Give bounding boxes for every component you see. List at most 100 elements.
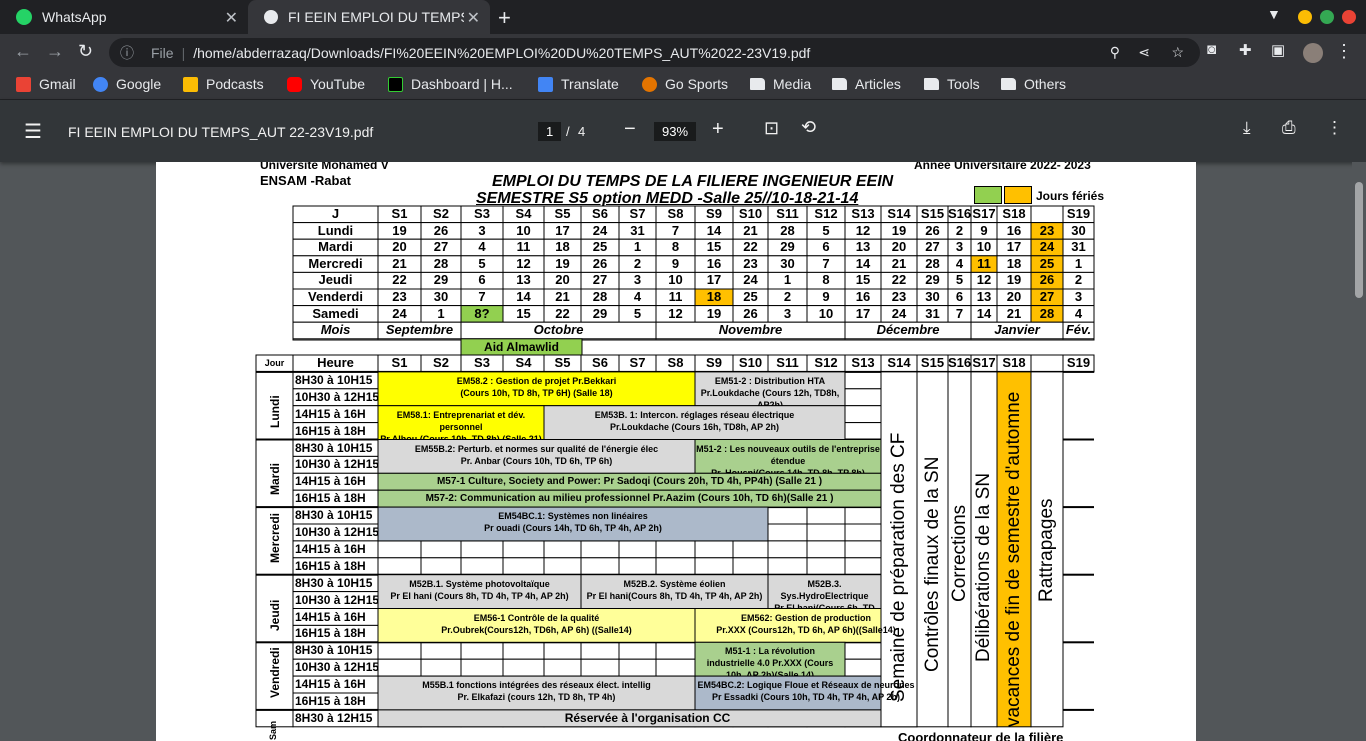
calendar-date: 3	[955, 239, 964, 255]
forward-icon[interactable]: →	[46, 41, 64, 62]
calendar-header-2: S2	[433, 206, 449, 221]
slot-cell	[767, 540, 808, 559]
close-tab-icon[interactable]: ✕	[467, 8, 480, 28]
bookmark-folder-tools[interactable]: Tools	[924, 76, 980, 92]
tab-whatsapp[interactable]: WhatsApp ✕	[0, 0, 248, 34]
avatar[interactable]	[1303, 43, 1323, 63]
calendar-date: 26	[743, 305, 758, 321]
zoom-in-icon[interactable]: +	[712, 118, 724, 141]
calendar-date: 15	[516, 305, 531, 321]
grid-header-12: S11	[776, 355, 799, 370]
course-line: Pr El hani (Cours 8h, TD 4h, TP 4h, AP 2…	[390, 590, 569, 601]
bookmark-dashboard[interactable]: Dashboard | H...	[388, 76, 513, 92]
course-line: EM58.2 : Gestion de projet Pr.Bekkari	[456, 375, 617, 386]
grid-header-11: S10	[738, 355, 763, 370]
print-icon[interactable]: ⎙	[1282, 118, 1296, 138]
grid-header-15: S14	[887, 355, 911, 370]
calendar-date: 10	[818, 305, 834, 321]
calendar-date: 4	[955, 255, 964, 271]
calendar-date: 22	[555, 305, 570, 321]
course-line: M57-1 Culture, Society and Power: Pr Sad…	[436, 476, 823, 488]
zoom-icon[interactable]: ⚲	[1110, 44, 1120, 61]
download-icon[interactable]: ⤓	[1243, 118, 1251, 138]
calendar-date: 11	[977, 255, 991, 271]
slot-cell	[420, 641, 462, 660]
course-block-text: EM58.1: Entreprenariat et dév. personnel…	[378, 406, 544, 440]
slot-cell	[655, 540, 696, 559]
bookmark-youtube[interactable]: YouTube	[287, 76, 365, 92]
more-actions-icon[interactable]: ⋮	[1326, 118, 1343, 138]
grid-header-7: S6	[592, 355, 608, 370]
calendar-date: 21	[555, 289, 570, 304]
scrollbar-track[interactable]	[1352, 162, 1366, 741]
grid-header-17: S16	[948, 355, 971, 370]
bookmark-folder-articles[interactable]: Articles	[832, 76, 901, 92]
camera-icon[interactable]: ◙	[1207, 41, 1216, 58]
course-block-text: M55B.1 fonctions intégrées des réseaux é…	[378, 676, 695, 710]
calendar-date: 27	[1039, 289, 1055, 304]
calendar-date: 13	[976, 289, 992, 304]
close-window-button[interactable]	[1342, 10, 1356, 24]
bookmark-gmail[interactable]: Gmail	[16, 76, 76, 92]
calendar-date: 4	[1074, 305, 1083, 321]
bookmark-star-icon[interactable]: ☆	[1171, 44, 1184, 61]
slot-cell	[420, 540, 462, 559]
rotate-icon[interactable]: ⟲	[801, 117, 816, 138]
calendar-date: 2	[783, 289, 792, 304]
menu-kebab-icon[interactable]: ⋮	[1335, 41, 1353, 62]
extensions-icon[interactable]: ✚	[1239, 41, 1252, 59]
page-number-input[interactable]: 1	[538, 122, 562, 141]
bookmark-folder-media[interactable]: Media	[750, 76, 811, 92]
exam-period-label: Délibérations de la SN	[973, 472, 994, 662]
calendar-date: 10	[668, 272, 683, 288]
bookmark-podcasts[interactable]: Podcasts	[183, 76, 264, 92]
sidepanel-icon[interactable]: ▣	[1271, 41, 1285, 59]
calendar-date: 13	[855, 239, 871, 255]
bookmark-google[interactable]: Google	[93, 76, 161, 92]
zoom-out-icon[interactable]: −	[624, 118, 636, 141]
slot-cell	[767, 506, 808, 525]
calendar-date: 26	[1039, 272, 1055, 288]
holiday-label: Aid Almawlid	[484, 339, 559, 354]
fit-page-icon[interactable]: ⊡	[764, 118, 779, 139]
slot-cell	[377, 540, 422, 559]
maximize-button[interactable]	[1320, 10, 1334, 24]
close-tab-icon[interactable]: ✕	[225, 8, 238, 28]
reload-icon[interactable]: ↻	[78, 41, 93, 62]
calendar-date: 23	[1039, 222, 1055, 238]
url-separator: |	[181, 44, 186, 61]
calendar-day-label: Jeudi	[318, 272, 353, 288]
bookmarks-bar: Gmail Google Podcasts YouTube Dashboard …	[0, 71, 1366, 100]
course-line: Pr ouadi (Cours 14h, TD 6h, TP 4h, AP 2h…	[484, 523, 662, 534]
new-tab-button[interactable]: +	[498, 5, 511, 31]
slot-cell	[460, 641, 504, 660]
zoom-input[interactable]: 93%	[654, 122, 697, 141]
calendar-day-label: Mardi	[318, 239, 353, 255]
exam-period-label: vacances de fin de semestre d'automne	[1003, 391, 1024, 727]
calendar-date: 5	[633, 305, 642, 321]
grid-header-3: S2	[433, 355, 449, 370]
minimize-button[interactable]	[1298, 10, 1312, 24]
calendar-date: 18	[706, 289, 722, 304]
slot-cell	[580, 540, 620, 559]
tab-pdf[interactable]: FI EEIN EMPLOI DU TEMPS ✕	[248, 0, 490, 34]
bookmark-folder-others[interactable]: Others	[1001, 76, 1066, 92]
bookmark-translate[interactable]: Translate	[538, 76, 619, 92]
tab-search-chevron-icon[interactable]: ▼	[1267, 6, 1281, 22]
scrollbar-thumb[interactable]	[1355, 182, 1363, 298]
bookmark-gosports[interactable]: Go Sports	[642, 76, 728, 92]
course-line: EM54BC.2: Logique Floue et Réseaux de ne…	[697, 680, 915, 691]
hour-label: 8H30 à 10H15	[295, 508, 373, 523]
back-icon[interactable]: ←	[14, 41, 32, 62]
course-line: Pr El hani(Cours 6h, TD 2h, TP 2h)	[774, 602, 875, 609]
info-icon: ⓘ	[120, 44, 134, 61]
calendar-date: 12	[855, 222, 871, 238]
folder-icon	[750, 78, 765, 90]
calendar-date: 5	[955, 272, 964, 288]
calendar-date: 4	[478, 239, 486, 255]
calendar-date: 4	[633, 289, 642, 304]
address-bar[interactable]: ⓘ File | /home/abderrazaq/Downloads/FI%2…	[109, 38, 1200, 67]
slot-cell	[543, 641, 582, 660]
share-icon[interactable]: ⋖	[1138, 44, 1150, 61]
hamburger-menu-icon[interactable]: ☰	[24, 119, 42, 144]
